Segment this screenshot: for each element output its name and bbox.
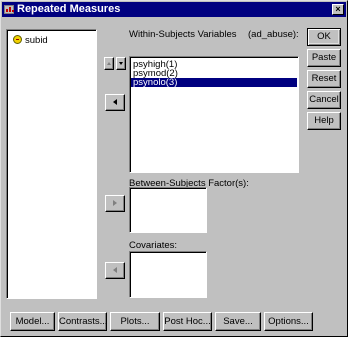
ok-button[interactable]: OK — [307, 28, 341, 46]
spss-app-icon — [4, 5, 14, 14]
repeated-measures-dialog: Repeated Measures × subid Within-Subject… — [0, 0, 348, 337]
arrow-up-icon — [107, 62, 111, 65]
covariates-list[interactable] — [129, 251, 207, 298]
close-icon[interactable]: × — [332, 4, 344, 15]
within-subjects-list[interactable]: psyhigh(1) psymod(2) psynolo(3) — [129, 56, 299, 173]
plots-button[interactable]: Plots... — [110, 312, 160, 331]
title-bar[interactable]: Repeated Measures × — [2, 2, 346, 17]
within-subjects-label: Within-Subjects Variables — [129, 29, 237, 40]
arrow-left-icon — [113, 99, 117, 105]
source-variable-list[interactable]: subid — [6, 29, 97, 299]
move-up-button[interactable] — [104, 57, 114, 70]
reset-button[interactable]: Reset — [307, 70, 341, 88]
between-subjects-list[interactable] — [129, 187, 207, 233]
move-down-button[interactable] — [116, 57, 126, 70]
list-item-selected[interactable]: psynolo(3) — [131, 78, 297, 87]
move-covariate-button[interactable] — [105, 262, 125, 279]
save-button[interactable]: Save... — [215, 312, 261, 331]
list-item[interactable]: subid — [13, 35, 48, 46]
within-factor-name: (ad_abuse): — [248, 29, 299, 40]
model-button[interactable]: Model... — [10, 312, 55, 331]
post-hoc-button[interactable]: Post Hoc... — [163, 312, 212, 331]
arrow-left-icon — [113, 267, 117, 273]
help-button[interactable]: Help — [307, 112, 341, 130]
variable-label: subid — [25, 35, 48, 46]
move-between-button[interactable] — [105, 195, 125, 212]
paste-button[interactable]: Paste — [307, 49, 341, 67]
arrow-right-icon — [113, 200, 117, 206]
window-title: Repeated Measures — [17, 3, 121, 15]
scale-variable-icon — [13, 35, 22, 44]
move-within-button[interactable] — [105, 94, 125, 111]
arrow-down-icon — [119, 62, 123, 65]
cancel-button[interactable]: Cancel — [307, 91, 341, 109]
contrasts-button[interactable]: Contrasts... — [58, 312, 108, 331]
options-button[interactable]: Options... — [264, 312, 313, 331]
covariates-label: Covariates: — [129, 240, 178, 251]
